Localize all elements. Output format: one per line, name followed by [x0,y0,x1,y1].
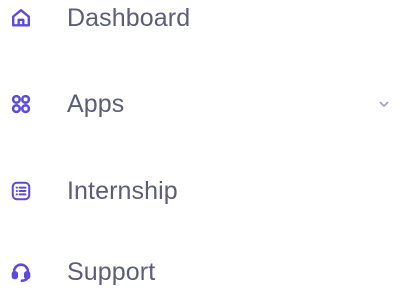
sidebar-item-label: Internship [67,176,178,205]
chevron-down-icon[interactable] [377,97,391,111]
sidebar-item-label: Support [67,257,156,286]
sidebar-item-apps[interactable]: Apps [0,82,403,126]
apps-grid-icon [10,93,32,115]
headset-icon [10,261,32,283]
sidebar-item-internship[interactable]: Internship [0,169,403,213]
list-icon [10,180,32,202]
home-icon [10,7,32,29]
sidebar-item-support[interactable]: Support [0,250,403,294]
sidebar-menu: Dashboard Apps Internship Support [0,0,403,296]
sidebar-item-label: Dashboard [67,3,191,32]
sidebar-item-label: Apps [67,89,125,118]
sidebar-item-dashboard[interactable]: Dashboard [0,0,403,40]
